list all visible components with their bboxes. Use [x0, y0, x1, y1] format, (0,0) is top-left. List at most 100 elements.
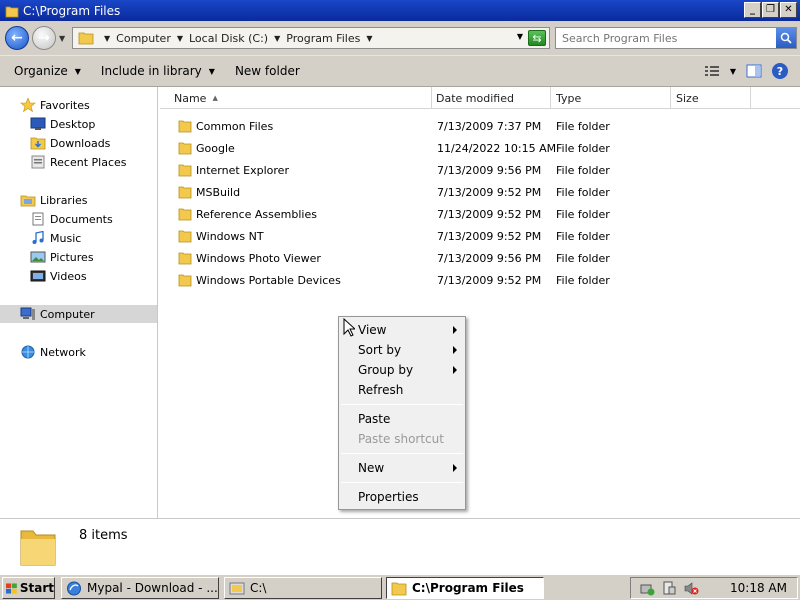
- taskbar-item-browser[interactable]: Mypal - Download - ...: [61, 577, 219, 599]
- file-row[interactable]: MSBuild 7/13/2009 9:52 PM File folder: [160, 182, 800, 204]
- breadcrumb-arrow-icon[interactable]: ▼: [104, 34, 110, 43]
- nav-pictures[interactable]: Pictures: [30, 248, 94, 266]
- volume-muted-icon[interactable]: [683, 581, 699, 596]
- breadcrumb-local-disk[interactable]: Local Disk (C:): [189, 32, 268, 45]
- help-icon[interactable]: ?: [772, 63, 788, 79]
- column-header-type[interactable]: Type: [551, 87, 671, 109]
- organize-button[interactable]: Organize ▼: [14, 64, 81, 78]
- taskbar-item-label: C:\: [250, 581, 267, 595]
- file-row[interactable]: Common Files 7/13/2009 7:37 PM File fold…: [160, 116, 800, 138]
- nav-computer[interactable]: Computer: [0, 305, 157, 323]
- nav-network[interactable]: Network: [20, 343, 86, 361]
- menu-item-sort-by[interactable]: Sort by: [339, 340, 465, 360]
- breadcrumb-arrow-icon[interactable]: ▼: [274, 34, 280, 43]
- taskbar: Start Mypal - Download - ... C:\ C:\Prog…: [0, 574, 800, 600]
- start-button[interactable]: Start: [2, 577, 55, 599]
- file-date: 7/13/2009 9:56 PM: [437, 164, 542, 177]
- breadcrumb-arrow-icon[interactable]: ▼: [177, 34, 183, 43]
- file-row[interactable]: Google 11/24/2022 10:15 AM File folder: [160, 138, 800, 160]
- system-tray: 10:18 AM: [630, 577, 798, 599]
- mouse-pointer-icon: [343, 318, 355, 337]
- minimize-button[interactable]: _: [744, 2, 761, 18]
- taskbar-item-c-drive[interactable]: C:\: [224, 577, 382, 599]
- menu-item-view[interactable]: View: [339, 320, 465, 340]
- nav-music[interactable]: Music: [30, 229, 81, 247]
- folder-icon: [178, 186, 192, 199]
- nav-desktop[interactable]: Desktop: [30, 115, 95, 133]
- menu-item-new[interactable]: New: [339, 458, 465, 478]
- forward-button[interactable]: →: [32, 26, 56, 50]
- menu-item-paste-shortcut-label: Paste shortcut: [358, 432, 444, 446]
- menu-item-sort-by-label: Sort by: [358, 343, 402, 357]
- file-row[interactable]: Windows NT 7/13/2009 9:52 PM File folder: [160, 226, 800, 248]
- search-input[interactable]: [556, 28, 768, 48]
- file-type: File folder: [556, 142, 610, 155]
- restore-button[interactable]: ❐: [762, 2, 779, 18]
- desktop-icon: [30, 117, 46, 130]
- file-row[interactable]: Windows Portable Devices 7/13/2009 9:52 …: [160, 270, 800, 292]
- menu-item-refresh[interactable]: Refresh: [339, 380, 465, 400]
- breadcrumb-program-files[interactable]: Program Files: [286, 32, 360, 45]
- address-history-dropdown[interactable]: ▼: [517, 32, 523, 41]
- nav-downloads[interactable]: Downloads: [30, 134, 110, 152]
- explorer-folder-icon: [229, 582, 245, 594]
- browser-icon: [67, 581, 81, 595]
- title-bar: C:\Program Files _ ❐ ✕: [0, 0, 800, 21]
- clock[interactable]: 10:18 AM: [730, 581, 787, 595]
- arrow-left-icon: ←: [11, 30, 23, 46]
- refresh-button[interactable]: ⇆: [528, 30, 546, 46]
- window-controls: _ ❐ ✕: [744, 2, 797, 18]
- menu-separator: [341, 404, 463, 405]
- column-header-size[interactable]: Size: [671, 87, 751, 109]
- safely-remove-hardware-icon[interactable]: [639, 581, 655, 596]
- folder-icon: [5, 6, 19, 17]
- menu-item-group-by[interactable]: Group by: [339, 360, 465, 380]
- nav-documents[interactable]: Documents: [30, 210, 113, 228]
- command-bar: Organize ▼ Include in library ▼ New folder…: [0, 55, 800, 87]
- nav-favorites[interactable]: Favorites: [20, 96, 90, 114]
- column-header-date-modified[interactable]: Date modified: [432, 87, 551, 109]
- file-date: 7/13/2009 9:52 PM: [437, 274, 542, 287]
- nav-favorites-label: Favorites: [40, 98, 90, 112]
- folder-icon: [78, 32, 94, 45]
- column-header-name[interactable]: Name ▲: [160, 87, 432, 109]
- documents-icon: [32, 212, 44, 226]
- address-bar[interactable]: ▼ Computer ▼ Local Disk (C:) ▼ Program F…: [72, 27, 550, 49]
- include-in-library-button[interactable]: Include in library ▼: [101, 64, 215, 78]
- preview-pane-icon[interactable]: [746, 64, 762, 78]
- breadcrumb-arrow-icon[interactable]: ▼: [366, 34, 372, 43]
- menu-item-view-label: View: [358, 323, 387, 337]
- recent-places-icon: [31, 155, 45, 169]
- action-center-icon[interactable]: [661, 581, 677, 596]
- taskbar-item-program-files[interactable]: C:\Program Files: [386, 577, 544, 599]
- nav-libraries[interactable]: Libraries: [20, 191, 88, 209]
- file-row[interactable]: Reference Assemblies 7/13/2009 9:52 PM F…: [160, 204, 800, 226]
- file-row[interactable]: Internet Explorer 7/13/2009 9:56 PM File…: [160, 160, 800, 182]
- nav-recent-places[interactable]: Recent Places: [30, 153, 127, 171]
- search-box: [555, 27, 797, 49]
- context-menu: View Sort by Group by Refresh Paste Past…: [338, 316, 466, 510]
- navigation-pane: Favorites Desktop Downloads Recent Place…: [0, 87, 158, 518]
- back-button[interactable]: ←: [5, 26, 29, 50]
- refresh-icon: ⇆: [532, 31, 542, 45]
- file-list: Common Files 7/13/2009 7:37 PM File fold…: [160, 109, 800, 518]
- search-button[interactable]: [776, 28, 796, 48]
- recent-pages-dropdown[interactable]: ▼: [59, 34, 65, 43]
- file-name: Windows NT: [196, 230, 264, 243]
- column-size-label: Size: [676, 91, 699, 105]
- file-date: 7/13/2009 9:56 PM: [437, 252, 542, 265]
- nav-network-label: Network: [40, 345, 86, 359]
- menu-item-properties[interactable]: Properties: [339, 487, 465, 507]
- nav-videos[interactable]: Videos: [30, 267, 87, 285]
- breadcrumb-computer[interactable]: Computer: [116, 32, 171, 45]
- view-options-icon[interactable]: [704, 64, 720, 78]
- organize-label: Organize: [14, 64, 68, 78]
- file-name: Google: [196, 142, 235, 155]
- close-button[interactable]: ✕: [780, 2, 797, 18]
- view-dropdown-icon[interactable]: ▼: [730, 67, 736, 76]
- menu-item-paste[interactable]: Paste: [339, 409, 465, 429]
- file-row[interactable]: Windows Photo Viewer 7/13/2009 9:56 PM F…: [160, 248, 800, 270]
- new-folder-button[interactable]: New folder: [235, 64, 300, 78]
- details-pane: 8 items: [0, 518, 800, 574]
- windows-logo-icon: [6, 582, 17, 594]
